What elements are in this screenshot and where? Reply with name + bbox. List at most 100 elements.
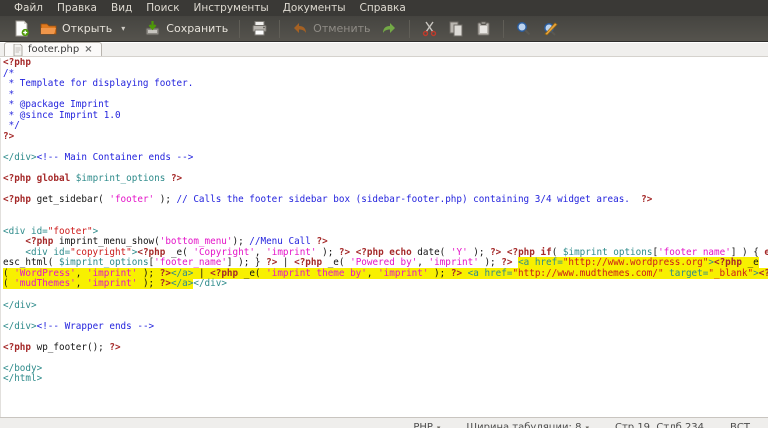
code-segment: ?> bbox=[3, 131, 14, 142]
toolbar: Открыть ▾ Сохранить Отменить bbox=[0, 16, 768, 42]
code-segment: 'imprint' bbox=[87, 268, 137, 279]
code-segment: "_blank" bbox=[708, 268, 753, 279]
code-line: ( 'mudThemes', 'imprint' ); ?></a></div> bbox=[3, 279, 768, 290]
tab-width-selector[interactable]: Ширина табуляции: 8 ▾ bbox=[466, 422, 589, 428]
menu-item-Документы[interactable]: Документы bbox=[276, 1, 353, 15]
menu-item-Вид[interactable]: Вид bbox=[104, 1, 139, 15]
code-segment: 'Powered by' bbox=[350, 257, 417, 268]
code-segment: <?php bbox=[137, 247, 171, 258]
toolbar-separator bbox=[503, 20, 504, 38]
open-dropdown-arrow[interactable]: ▾ bbox=[117, 24, 129, 33]
tab-footer-php[interactable]: footer.php × bbox=[4, 42, 102, 56]
code-segment: , bbox=[76, 268, 87, 279]
undo-button-label: Отменить bbox=[313, 22, 370, 35]
code-line: <?php wp_footer(); ?> bbox=[3, 343, 768, 354]
print-button[interactable] bbox=[246, 18, 273, 39]
code-line: </body> bbox=[3, 364, 768, 375]
code-segment: 'mudThemes' bbox=[14, 278, 76, 289]
code-segment bbox=[3, 247, 25, 258]
code-segment: _e( bbox=[244, 268, 266, 279]
code-segment: global bbox=[37, 173, 76, 184]
code-segment: ); bbox=[154, 194, 176, 205]
code-segment: <?php bbox=[356, 247, 390, 258]
menu-item-Правка[interactable]: Правка bbox=[50, 1, 104, 15]
cut-button[interactable] bbox=[416, 18, 443, 39]
open-button-label: Открыть bbox=[62, 22, 112, 35]
code-editor[interactable]: <?php/* * Template for displaying footer… bbox=[0, 58, 768, 417]
gedit-window: ФайлПравкаВидПоискИнструментыДокументыСп… bbox=[0, 0, 768, 428]
code-segment: "footer" bbox=[48, 226, 93, 237]
code-segment: wp_footer(); bbox=[37, 342, 110, 353]
code-line: * bbox=[3, 90, 768, 101]
code-segment: imprint_menu_show( bbox=[59, 236, 160, 247]
code-segment: ); bbox=[317, 247, 339, 258]
copy-button[interactable] bbox=[443, 18, 470, 39]
code-segment: </div> bbox=[3, 321, 37, 332]
code-segment: </a> bbox=[171, 268, 193, 279]
code-segment: <div id= bbox=[25, 247, 70, 258]
redo-button[interactable] bbox=[376, 18, 403, 39]
code-segment: </div> bbox=[3, 300, 37, 311]
code-segment: <?php bbox=[3, 173, 37, 184]
code-line bbox=[3, 216, 768, 227]
menu-item-Инструменты[interactable]: Инструменты bbox=[187, 1, 276, 15]
code-segment: <?php bbox=[3, 342, 37, 353]
save-icon bbox=[144, 20, 161, 37]
language-selector[interactable]: PHP ▾ bbox=[413, 422, 440, 428]
code-segment bbox=[462, 268, 468, 279]
code-segment: ?> bbox=[316, 236, 327, 247]
code-segment: ( bbox=[3, 278, 14, 289]
code-segment: </html> bbox=[3, 373, 42, 384]
code-segment: esc_html( bbox=[3, 257, 59, 268]
undo-button[interactable]: Отменить bbox=[286, 18, 375, 39]
new-document-button[interactable] bbox=[8, 18, 35, 39]
toolbar-separator bbox=[409, 20, 410, 38]
code-segment: /* bbox=[3, 68, 14, 79]
code-segment: 'bottom_menu' bbox=[160, 236, 233, 247]
insert-mode-indicator: ВСТ bbox=[730, 422, 750, 428]
code-segment: , bbox=[255, 247, 266, 258]
code-segment: $imprint_options bbox=[76, 173, 171, 184]
code-line: * @since Imprint 1.0 bbox=[3, 111, 768, 122]
code-segment: target= bbox=[664, 268, 709, 279]
status-bar: PHP ▾ Ширина табуляции: 8 ▾ Стр 19, Стлб… bbox=[0, 417, 768, 428]
find-replace-button[interactable] bbox=[537, 18, 564, 39]
print-icon bbox=[251, 20, 268, 37]
open-folder-icon bbox=[40, 20, 57, 37]
code-segment: * bbox=[3, 89, 14, 100]
save-button-label: Сохранить bbox=[166, 22, 228, 35]
tab-close-icon[interactable]: × bbox=[84, 44, 92, 55]
code-segment: ?> bbox=[160, 278, 171, 289]
toolbar-separator bbox=[239, 20, 240, 38]
open-button[interactable]: Открыть bbox=[35, 18, 117, 39]
code-segment: ?> bbox=[109, 342, 120, 353]
paste-button[interactable] bbox=[470, 18, 497, 39]
code-segment: <div id= bbox=[3, 226, 48, 237]
menu-item-Поиск[interactable]: Поиск bbox=[139, 1, 186, 15]
menu-bar: ФайлПравкаВидПоискИнструментыДокументыСп… bbox=[0, 0, 768, 16]
find-button[interactable] bbox=[510, 18, 537, 39]
code-segment: ); bbox=[479, 257, 501, 268]
code-line: <?php get_sidebar( 'footer' ); // Calls … bbox=[3, 195, 768, 206]
copy-icon bbox=[448, 20, 465, 37]
menu-item-Файл[interactable]: Файл bbox=[7, 1, 50, 15]
menu-item-Справка[interactable]: Справка bbox=[353, 1, 413, 15]
code-segment: ?> bbox=[451, 268, 462, 279]
code-segment: ); bbox=[468, 247, 490, 258]
save-button[interactable]: Сохранить bbox=[139, 18, 233, 39]
code-segment: ( bbox=[3, 268, 14, 279]
cursor-position: Стр 19, Стлб 234 bbox=[615, 422, 704, 428]
code-segment: echo bbox=[389, 247, 417, 258]
code-line bbox=[3, 290, 768, 301]
code-segment: <?php bbox=[210, 268, 244, 279]
code-segment: 'Copyright' bbox=[193, 247, 255, 258]
code-segment: <?php bbox=[759, 268, 768, 279]
code-segment: */ bbox=[3, 120, 20, 131]
code-segment: <?php bbox=[294, 257, 328, 268]
tab-label: footer.php bbox=[28, 44, 79, 55]
code-segment: ); bbox=[428, 268, 450, 279]
code-segment: _e( bbox=[171, 247, 193, 258]
code-segment: <?php bbox=[714, 257, 748, 268]
code-line bbox=[3, 353, 768, 364]
code-segment: * @package Imprint bbox=[3, 99, 109, 110]
